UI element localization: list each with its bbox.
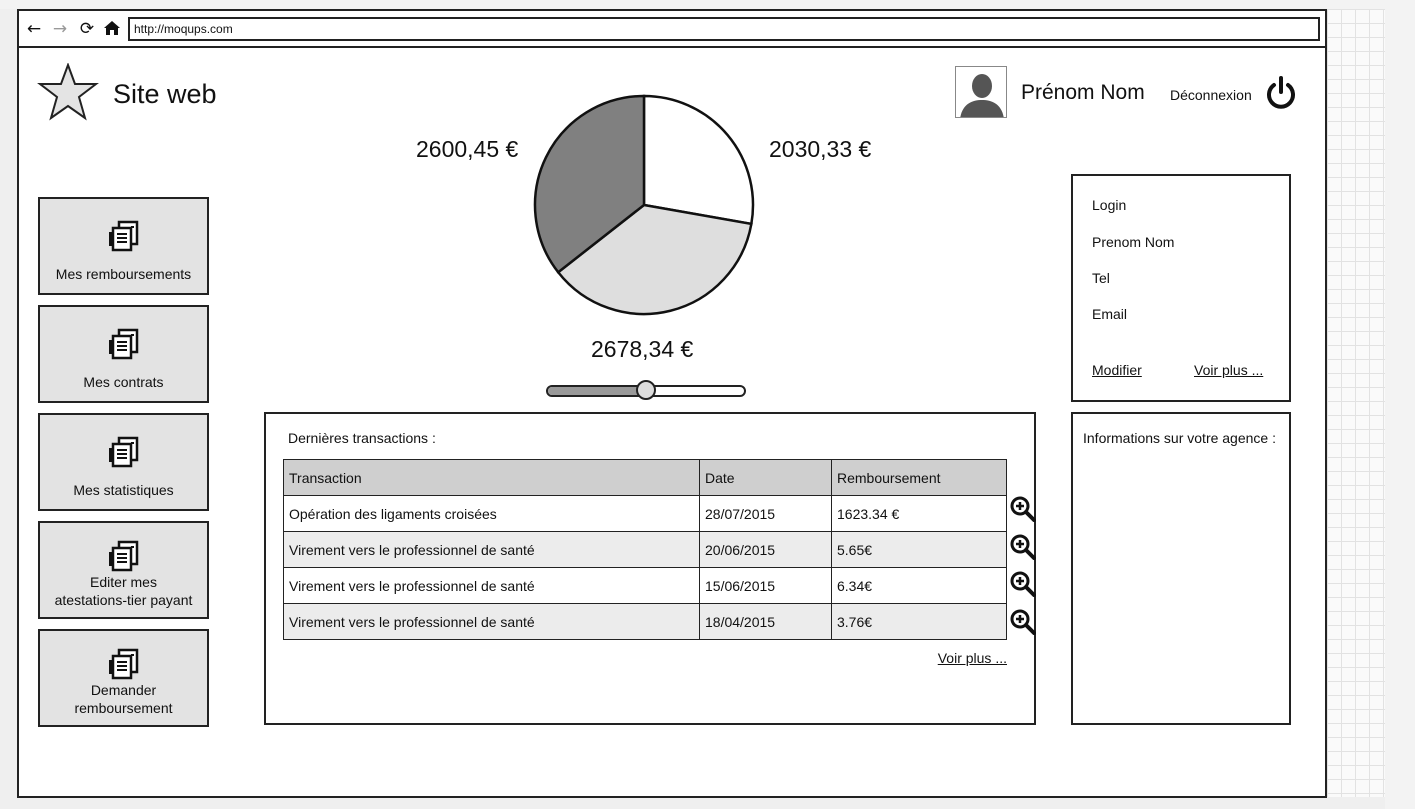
column-header-date: Date (699, 459, 832, 496)
profile-more-link[interactable]: Voir plus ... (1194, 362, 1263, 378)
cell-remboursement: 3.76€ (831, 603, 1007, 640)
user-silhouette-icon (955, 66, 1007, 118)
chart-slider[interactable] (546, 380, 746, 400)
cell-date: 15/06/2015 (699, 567, 832, 604)
pie-slice (642, 94, 755, 226)
power-icon[interactable] (1263, 75, 1299, 111)
pie-slice-label: 2678,34 € (591, 336, 694, 362)
browser-window: ← → ⟳ http://moqups.com Site web Prénom … (17, 9, 1327, 798)
menu-tile-label-line: Mes statistiques (73, 482, 174, 498)
menu-tile-label-line: remboursement (74, 700, 173, 716)
documents-icon (107, 647, 141, 681)
address-bar[interactable]: http://moqups.com (128, 17, 1320, 41)
pie-slice-label: 2600,45 € (416, 136, 519, 162)
transactions-table: Transaction Date Remboursement Opération… (283, 459, 1007, 640)
cell-date: 20/06/2015 (699, 531, 832, 568)
menu-tile-label: Mes contrats (44, 373, 203, 391)
profile-field: Prenom Nom (1092, 234, 1175, 250)
star-icon (37, 63, 99, 121)
cell-remboursement: 5.65€ (831, 531, 1007, 568)
menu-tile-label: Editer mes atestations-tier payant (44, 573, 203, 609)
cell-remboursement: 1623.34 € (831, 495, 1007, 532)
logout-link[interactable]: Déconnexion (1170, 87, 1252, 103)
reload-icon[interactable]: ⟳ (77, 19, 97, 39)
documents-icon (107, 435, 141, 469)
table-row[interactable]: Virement vers le professionnel de santé 2… (283, 531, 1007, 568)
zoom-in-icon[interactable] (1010, 609, 1036, 635)
cell-transaction: Virement vers le professionnel de santé (283, 603, 700, 640)
canvas-grid (1327, 9, 1385, 797)
cell-date: 18/04/2015 (699, 603, 832, 640)
slider-fill (548, 387, 646, 395)
transactions-more-link[interactable]: Voir plus ... (938, 650, 1007, 666)
menu-tile-label: Mes remboursements (44, 265, 203, 283)
profile-field: Email (1092, 306, 1128, 322)
transactions-panel: Dernières transactions : Transaction Dat… (264, 412, 1036, 725)
documents-icon (107, 219, 141, 253)
menu-tile-label-line: Mes contrats (83, 374, 164, 390)
column-header-transaction: Transaction (283, 459, 700, 496)
zoom-in-icon[interactable] (1010, 496, 1036, 522)
edit-profile-link[interactable]: Modifier (1092, 362, 1142, 378)
menu-tile[interactable]: Mes contrats (38, 305, 209, 403)
canvas-edge (1385, 0, 1415, 809)
menu-tile[interactable]: Mes remboursements (38, 197, 209, 295)
table-header-row: Transaction Date Remboursement (283, 459, 1007, 496)
profile-field: Tel (1092, 270, 1110, 286)
cell-transaction: Virement vers le professionnel de santé (283, 531, 700, 568)
zoom-in-icon[interactable] (1010, 571, 1036, 597)
cell-date: 28/07/2015 (699, 495, 832, 532)
zoom-in-icon[interactable] (1010, 534, 1036, 560)
user-name: Prénom Nom (1021, 81, 1145, 104)
site-title: Site web (113, 79, 217, 109)
slider-handle[interactable] (636, 380, 656, 400)
canvas-top-strip (0, 0, 1415, 9)
menu-tile-label-line: atestations-tier payant (54, 592, 193, 608)
pie-chart (533, 94, 755, 316)
arrow-left-icon[interactable]: ← (24, 19, 44, 39)
cell-transaction: Opération des ligaments croisées (283, 495, 700, 532)
agency-panel: Informations sur votre agence : (1071, 412, 1291, 725)
profile-panel: Login Prenom Nom Tel Email Modifier Voir pl… (1071, 174, 1291, 402)
pie-slice-label: 2030,33 € (769, 136, 872, 162)
table-row[interactable]: Virement vers le professionnel de santé 1… (283, 603, 1007, 640)
menu-tile-label: Demander remboursement (44, 681, 203, 717)
column-header-remboursement: Remboursement (831, 459, 1007, 496)
table-row[interactable]: Opération des ligaments croisées 28/07/20… (283, 495, 1007, 532)
table-row[interactable]: Virement vers le professionnel de santé 1… (283, 567, 1007, 604)
documents-icon (107, 327, 141, 361)
transactions-title: Dernières transactions : (288, 430, 436, 446)
menu-tile[interactable]: Mes statistiques (38, 413, 209, 511)
agency-title: Informations sur votre agence : (1083, 430, 1276, 446)
arrow-right-icon[interactable]: → (50, 19, 70, 39)
home-icon[interactable] (102, 19, 122, 39)
profile-field: Login (1092, 197, 1127, 213)
menu-tile-label: Mes statistiques (44, 481, 203, 499)
menu-tile-label-line: Mes remboursements (55, 266, 192, 282)
browser-toolbar: ← → ⟳ http://moqups.com (19, 11, 1325, 48)
menu-tile[interactable]: Demander remboursement (38, 629, 209, 727)
menu-tile-label-line: Demander (90, 682, 157, 698)
documents-icon (107, 539, 141, 573)
cell-transaction: Virement vers le professionnel de santé (283, 567, 700, 604)
menu-tile-label-line: Editer mes (90, 574, 157, 590)
menu-tile[interactable]: Editer mes atestations-tier payant (38, 521, 209, 619)
cell-remboursement: 6.34€ (831, 567, 1007, 604)
